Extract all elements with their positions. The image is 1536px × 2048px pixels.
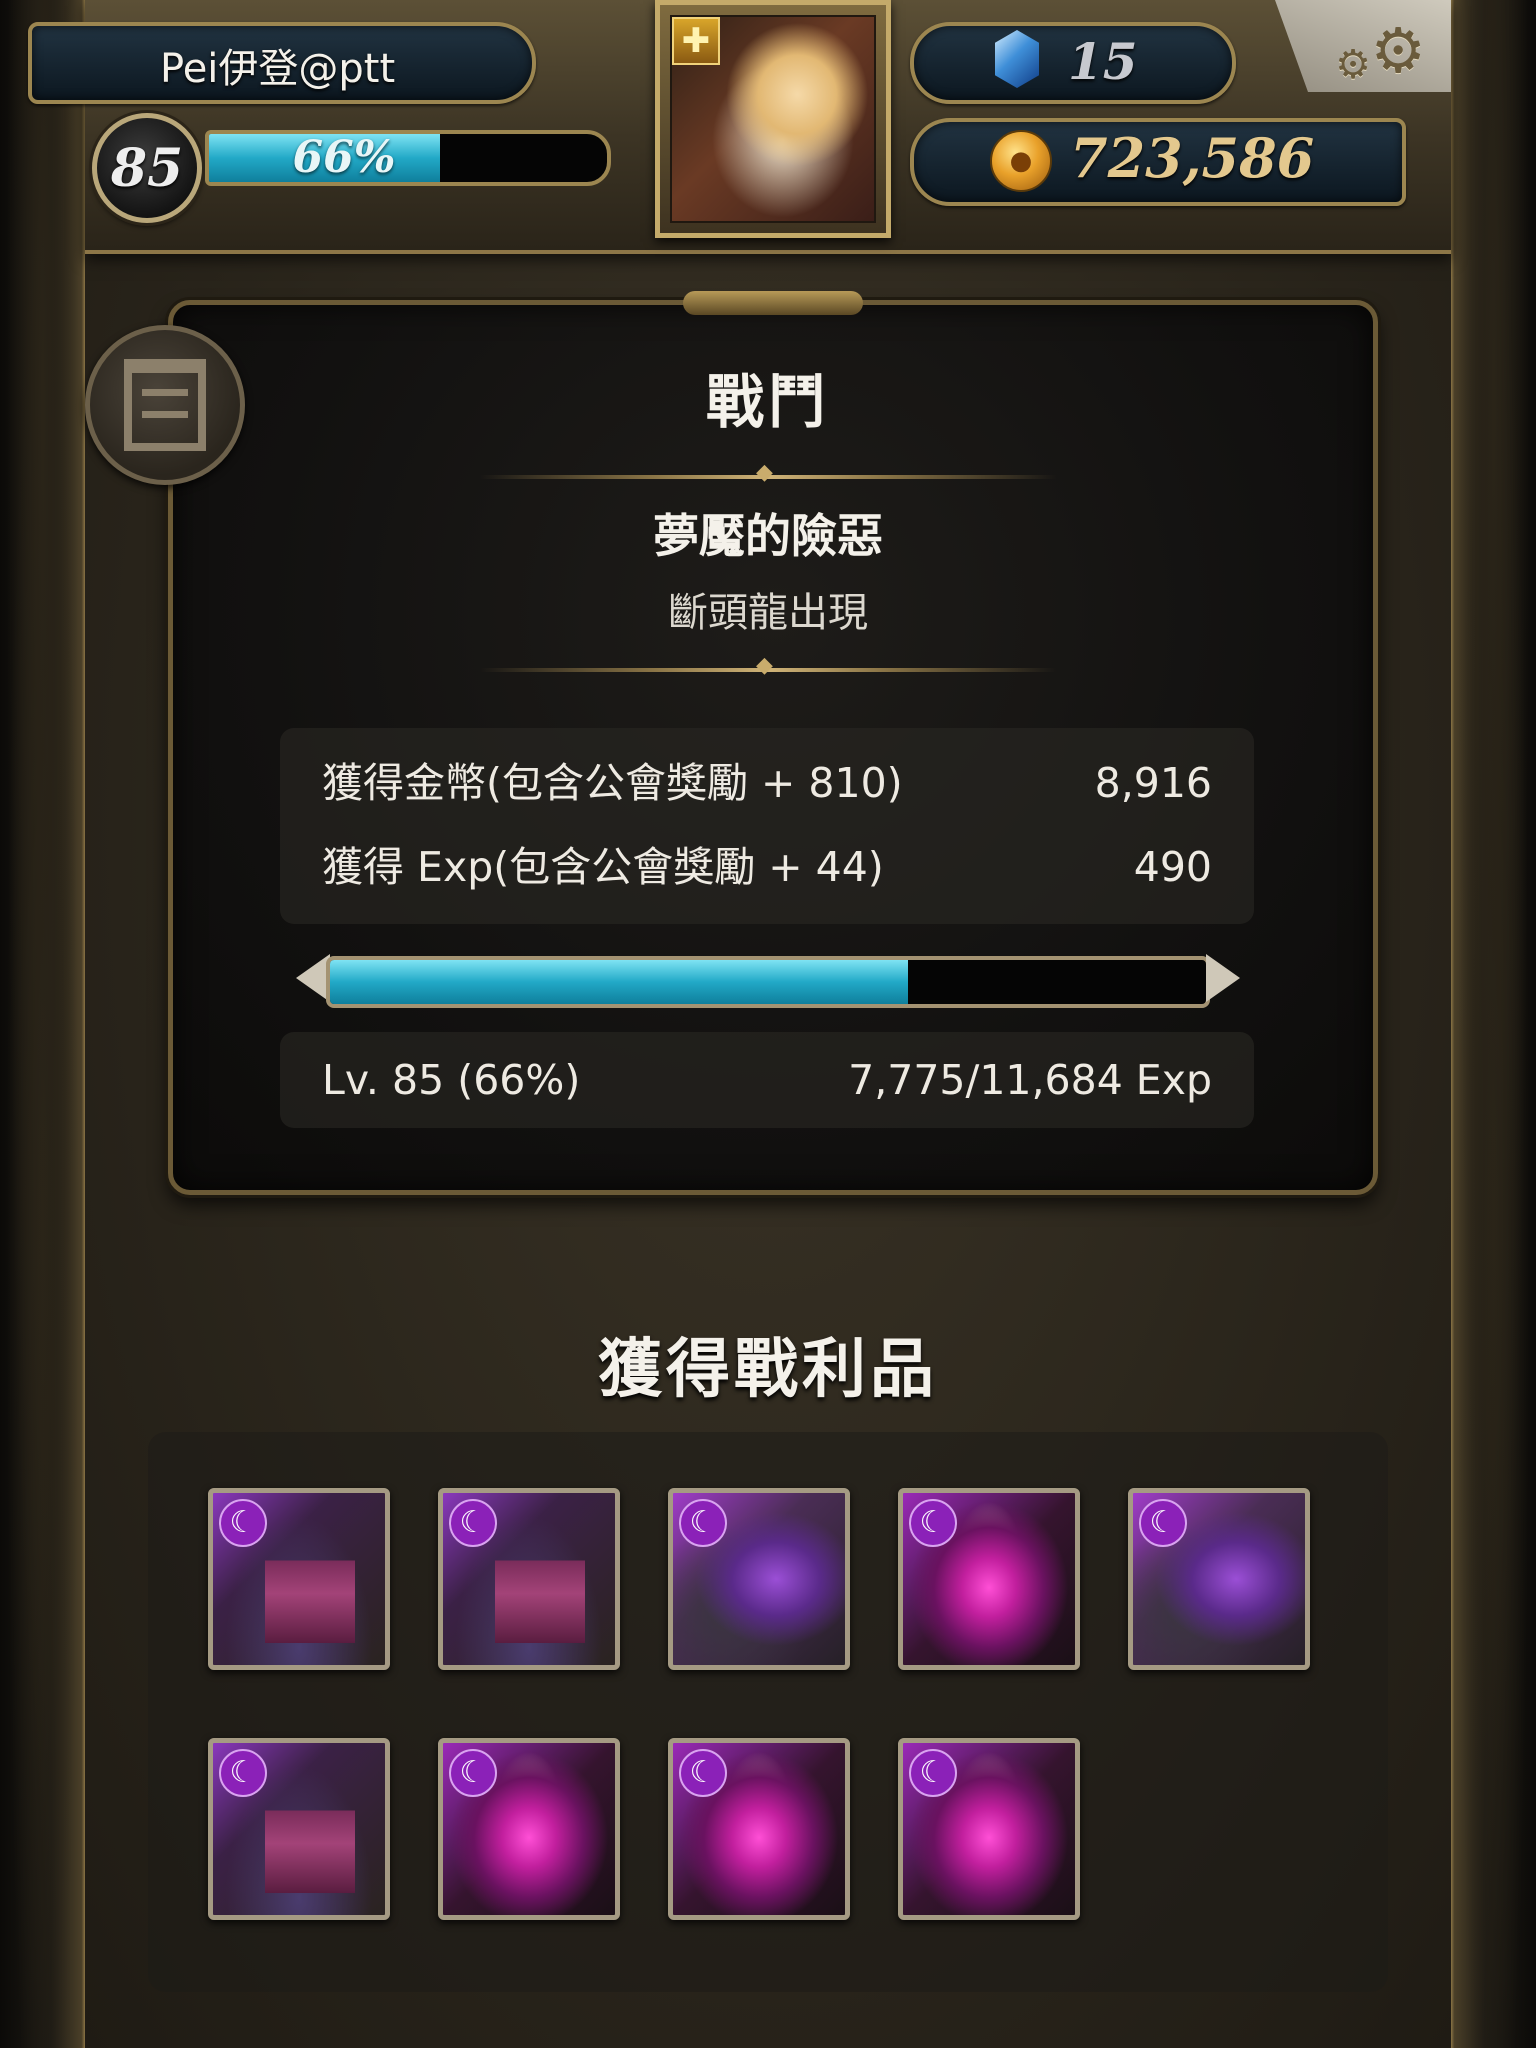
right-ornament-border — [1451, 0, 1536, 2048]
loot-item-tower[interactable]: ☾ — [208, 1738, 390, 1920]
stage-name: 夢魘的險惡 — [653, 509, 883, 563]
moon-icon: ☾ — [1139, 1499, 1187, 1547]
level-exp-fill — [330, 960, 909, 1004]
ornament-divider — [480, 653, 1056, 678]
moon-icon: ☾ — [679, 1749, 727, 1797]
moon-icon: ☾ — [449, 1499, 497, 1547]
moon-icon: ☾ — [449, 1749, 497, 1797]
gear-icon[interactable]: ⚙ — [1370, 14, 1426, 87]
loot-item-demon[interactable]: ☾ — [668, 1738, 850, 1920]
moon-icon: ☾ — [219, 1749, 267, 1797]
ornament-divider — [480, 460, 1056, 485]
loot-item-demon[interactable]: ☾ — [898, 1738, 1080, 1920]
level-exp-bar — [296, 948, 1240, 1008]
moon-icon: ☾ — [679, 1499, 727, 1547]
reward-value: 490 — [1133, 843, 1212, 891]
loot-title: 獲得戰利品 — [598, 1333, 938, 1407]
header-exp-bar: 66% — [205, 130, 611, 186]
loot-item-dragon[interactable]: ☾ — [668, 1488, 850, 1670]
player-name: Pei伊登@ptt — [160, 46, 396, 92]
stage-subtitle: 斷頭龍出現 — [668, 590, 868, 636]
loot-item-dragon[interactable]: ☾ — [1128, 1488, 1310, 1670]
exp-text: 7,775/11,684 Exp — [848, 1056, 1212, 1104]
reward-summary: 獲得金幣(包含公會獎勵 + 810) 8,916 獲得 Exp(包含公會獎勵 +… — [280, 728, 1254, 924]
reward-label: 獲得 Exp(包含公會獎勵 + 44) — [322, 843, 884, 891]
reward-row-gold: 獲得金幣(包含公會獎勵 + 810) 8,916 — [322, 748, 1212, 818]
level-exp-track — [326, 956, 1210, 1008]
loot-item-tower[interactable]: ☾ — [208, 1488, 390, 1670]
left-ornament-border — [0, 0, 85, 2048]
battle-title: 戰鬥 — [705, 368, 830, 436]
reward-label: 獲得金幣(包含公會獎勵 + 810) — [322, 759, 903, 807]
player-avatar[interactable]: ✚ — [655, 0, 891, 238]
gold-count: 723,586 — [1070, 126, 1315, 190]
moon-icon: ☾ — [909, 1499, 957, 1547]
reward-value: 8,916 — [1094, 759, 1212, 807]
bar-cap-left — [296, 954, 330, 1002]
cross-icon: ✚ — [672, 17, 720, 65]
loot-item-demon[interactable]: ☾ — [898, 1488, 1080, 1670]
player-level-badge: 85 — [92, 113, 202, 223]
loot-item-tower[interactable]: ☾ — [438, 1488, 620, 1670]
panel-ornament — [683, 291, 863, 315]
reward-row-exp: 獲得 Exp(包含公會獎勵 + 44) 490 — [322, 832, 1212, 902]
level-progress-box: Lv. 85 (66%) 7,775/11,684 Exp — [280, 1032, 1254, 1128]
bar-cap-right — [1206, 954, 1240, 1002]
gear-icon-small: ⚙ — [1335, 42, 1371, 88]
level-text: Lv. 85 (66%) — [322, 1056, 581, 1104]
header-exp-percent: 66% — [292, 132, 396, 183]
moon-icon: ☾ — [909, 1749, 957, 1797]
loot-item-demon[interactable]: ☾ — [438, 1738, 620, 1920]
gold-coin-icon: ● — [990, 130, 1052, 192]
moon-icon: ☾ — [219, 1499, 267, 1547]
level-row: Lv. 85 (66%) 7,775/11,684 Exp — [322, 1045, 1212, 1115]
gem-count: 15 — [1068, 32, 1138, 91]
